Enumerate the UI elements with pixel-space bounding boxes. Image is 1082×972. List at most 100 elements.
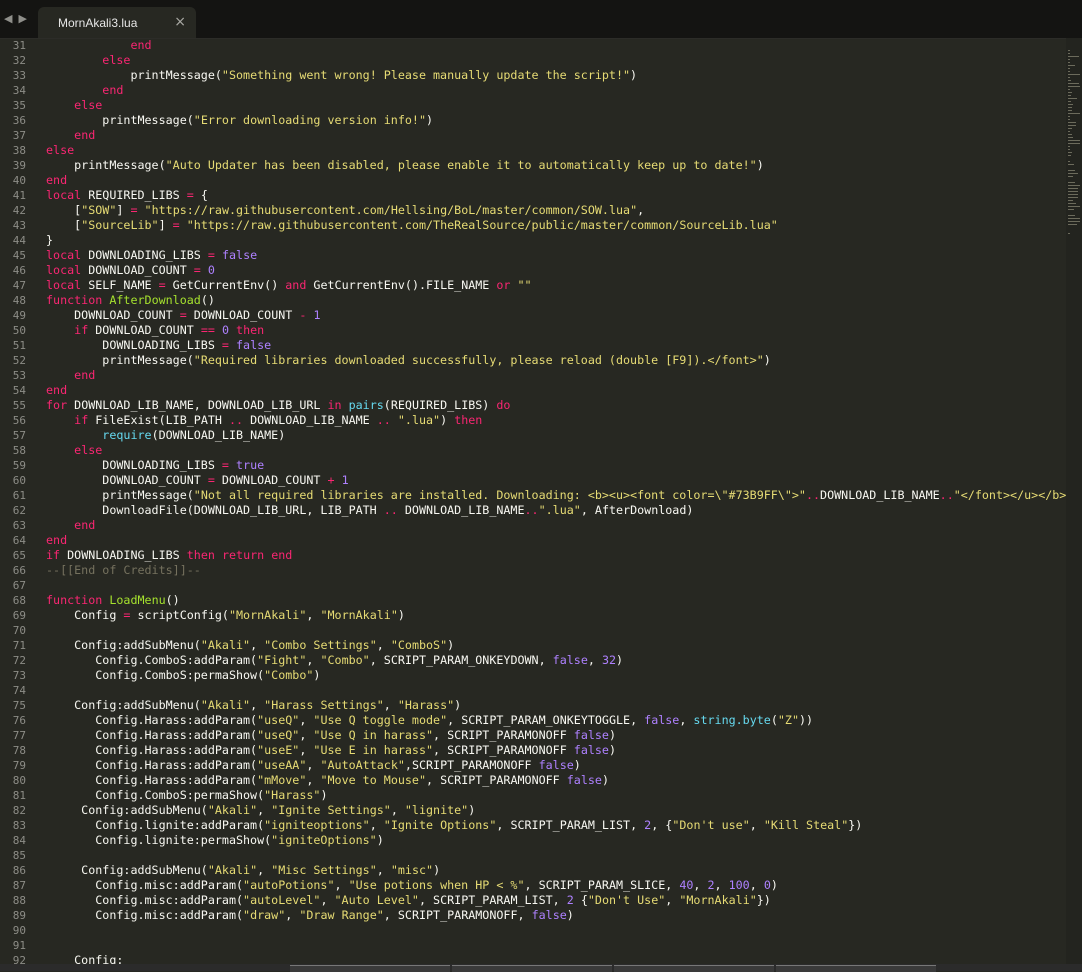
code-line[interactable]: 90: [0, 923, 1066, 938]
code-text: printMessage("Error downloading version …: [46, 113, 433, 128]
code-token: "Required libraries downloaded successfu…: [193, 353, 764, 367]
code-token: local: [46, 278, 82, 292]
minimap-line: [1068, 170, 1075, 171]
code-line[interactable]: 36 printMessage("Error downloading versi…: [0, 113, 1066, 128]
code-line[interactable]: 88 Config.misc:addParam("autoLevel", "Au…: [0, 893, 1066, 908]
code-line[interactable]: 58 else: [0, 443, 1066, 458]
forward-arrow-icon[interactable]: ▶: [18, 12, 26, 26]
back-arrow-icon[interactable]: ◀: [4, 12, 12, 26]
code-line[interactable]: 74: [0, 683, 1066, 698]
code-token: 32: [601, 653, 617, 667]
minimap-line: [1068, 101, 1071, 102]
code-token: then: [186, 548, 215, 562]
code-line[interactable]: 92 Config:: [0, 953, 1066, 964]
code-line[interactable]: 55 for DOWNLOAD_LIB_NAME, DOWNLOAD_LIB_UR…: [0, 398, 1066, 413]
code-token: ,: [250, 638, 265, 652]
code-line[interactable]: 59 DOWNLOADING_LIBS = true: [0, 458, 1066, 473]
code-token: "misc": [390, 863, 434, 877]
code-line[interactable]: 87 Config.misc:addParam("autoPotions", "…: [0, 878, 1066, 893]
line-number: 80: [12, 774, 26, 787]
code-token: }): [756, 893, 771, 907]
code-line[interactable]: 57 require(DOWNLOAD_LIB_NAME): [0, 428, 1066, 443]
code-token: ): [376, 833, 384, 847]
code-line[interactable]: 43 ["SourceLib"] = "https://raw.githubus…: [0, 218, 1066, 233]
code-line[interactable]: 79 Config.Harass:addParam("useAA", "Auto…: [0, 758, 1066, 773]
code-line[interactable]: 84 Config.lignite:permaShow("igniteOptio…: [0, 833, 1066, 848]
code-line[interactable]: 44}: [0, 233, 1066, 248]
code-line[interactable]: 80 Config.Harass:addParam("mMove", "Move…: [0, 773, 1066, 788]
code-line[interactable]: 48 function AfterDownload(): [0, 293, 1066, 308]
minimap-line: [1068, 185, 1080, 186]
code-token: or: [496, 278, 511, 292]
code-line[interactable]: 47 local SELF_NAME = GetCurrentEnv() and …: [0, 278, 1066, 293]
code-line[interactable]: 89 Config.misc:addParam("draw", "Draw Ra…: [0, 908, 1066, 923]
editor-window: ◀ ▶ MornAkali3.lua × 31 end 32 else 33 pri…: [0, 0, 1082, 972]
line-number: 66: [12, 564, 26, 577]
code-token: end: [46, 173, 68, 187]
code-line[interactable]: 71 Config:addSubMenu("Akali", "Combo Set…: [0, 638, 1066, 653]
code-line[interactable]: 46 local DOWNLOAD_COUNT = 0: [0, 263, 1066, 278]
code-line[interactable]: 72 Config.ComboS:addParam("Fight", "Comb…: [0, 653, 1066, 668]
code-line[interactable]: 85: [0, 848, 1066, 863]
code-line[interactable]: 64 end: [0, 533, 1066, 548]
code-line[interactable]: 67: [0, 578, 1066, 593]
code-text: Config.Harass:addParam("useQ", "Use Q in…: [46, 728, 616, 743]
code-line[interactable]: 41 local REQUIRED_LIBS = {: [0, 188, 1066, 203]
code-line[interactable]: 38 else: [0, 143, 1066, 158]
code-line[interactable]: 63 end: [0, 518, 1066, 533]
code-line[interactable]: 70: [0, 623, 1066, 638]
code-token: ): [440, 413, 455, 427]
code-line[interactable]: 45 local DOWNLOADING_LIBS = false: [0, 248, 1066, 263]
code-token: ): [397, 608, 405, 622]
code-line[interactable]: 56 if FileExist(LIB_PATH .. DOWNLOAD_LIB…: [0, 413, 1066, 428]
code-line[interactable]: 75 Config:addSubMenu("Akali", "Harass Se…: [0, 698, 1066, 713]
minimap-line: [1068, 233, 1070, 234]
minimap[interactable]: [1066, 38, 1082, 964]
code-line[interactable]: 83 Config.lignite:addParam("igniteoption…: [0, 818, 1066, 833]
line-number: 65: [12, 549, 26, 562]
code-line[interactable]: 53 end: [0, 368, 1066, 383]
code-line[interactable]: 34 end: [0, 83, 1066, 98]
code-line[interactable]: 35 else: [0, 98, 1066, 113]
code-line[interactable]: 42 ["SOW"] = "https://raw.githubusercont…: [0, 203, 1066, 218]
code-editor[interactable]: 31 end 32 else 33 printMessage("Something …: [0, 38, 1066, 964]
code-line[interactable]: 62 DownloadFile(DOWNLOAD_LIB_URL, LIB_PA…: [0, 503, 1066, 518]
close-icon[interactable]: ×: [174, 14, 186, 30]
code-line[interactable]: 52 printMessage("Required libraries down…: [0, 353, 1066, 368]
code-line[interactable]: 37 end: [0, 128, 1066, 143]
code-token: Config.ComboS:addParam(: [46, 653, 258, 667]
code-line[interactable]: 73 Config.ComboS:permaShow("Combo"): [0, 668, 1066, 683]
code-line[interactable]: 78 Config.Harass:addParam("useE", "Use E…: [0, 743, 1066, 758]
code-line[interactable]: 51 DOWNLOADING_LIBS = false: [0, 338, 1066, 353]
code-line[interactable]: 66 --[[End of Credits]]--: [0, 563, 1066, 578]
code-line[interactable]: 76 Config.Harass:addParam("useQ", "Use Q…: [0, 713, 1066, 728]
code-line[interactable]: 60 DOWNLOAD_COUNT = DOWNLOAD_COUNT + 1: [0, 473, 1066, 488]
code-line[interactable]: 86 Config:addSubMenu("Akali", "Misc Sett…: [0, 863, 1066, 878]
code-line[interactable]: 61 printMessage("Not all required librar…: [0, 488, 1066, 503]
code-line[interactable]: 33 printMessage("Something went wrong! P…: [0, 68, 1066, 83]
line-number: 72: [12, 654, 26, 667]
code-line[interactable]: 69 Config = scriptConfig("MornAkali", "M…: [0, 608, 1066, 623]
code-line[interactable]: 77 Config.Harass:addParam("useQ", "Use Q…: [0, 728, 1066, 743]
code-token: , AfterDownload): [580, 503, 694, 517]
tab-mornakali3[interactable]: MornAkali3.lua ×: [38, 7, 196, 38]
code-line[interactable]: 31 end: [0, 38, 1066, 53]
code-line[interactable]: 68 function LoadMenu(): [0, 593, 1066, 608]
code-line[interactable]: 81 Config.ComboS:permaShow("Harass"): [0, 788, 1066, 803]
code-line[interactable]: 32 else: [0, 53, 1066, 68]
code-token: =: [172, 218, 180, 232]
code-line[interactable]: 39 printMessage("Auto Updater has been d…: [0, 158, 1066, 173]
code-line[interactable]: 40 end: [0, 173, 1066, 188]
code-line[interactable]: 91: [0, 938, 1066, 953]
code-line[interactable]: 65 if DOWNLOADING_LIBS then return end: [0, 548, 1066, 563]
code-line[interactable]: 50 if DOWNLOAD_COUNT == 0 then: [0, 323, 1066, 338]
code-token: ,: [250, 698, 265, 712]
code-line[interactable]: 82 Config:addSubMenu("Akali", "Ignite Se…: [0, 803, 1066, 818]
code-line[interactable]: 54 end: [0, 383, 1066, 398]
code-line[interactable]: 49 DOWNLOAD_COUNT = DOWNLOAD_COUNT - 1: [0, 308, 1066, 323]
minimap-line: [1068, 194, 1078, 195]
code-token: "Akali": [200, 638, 251, 652]
